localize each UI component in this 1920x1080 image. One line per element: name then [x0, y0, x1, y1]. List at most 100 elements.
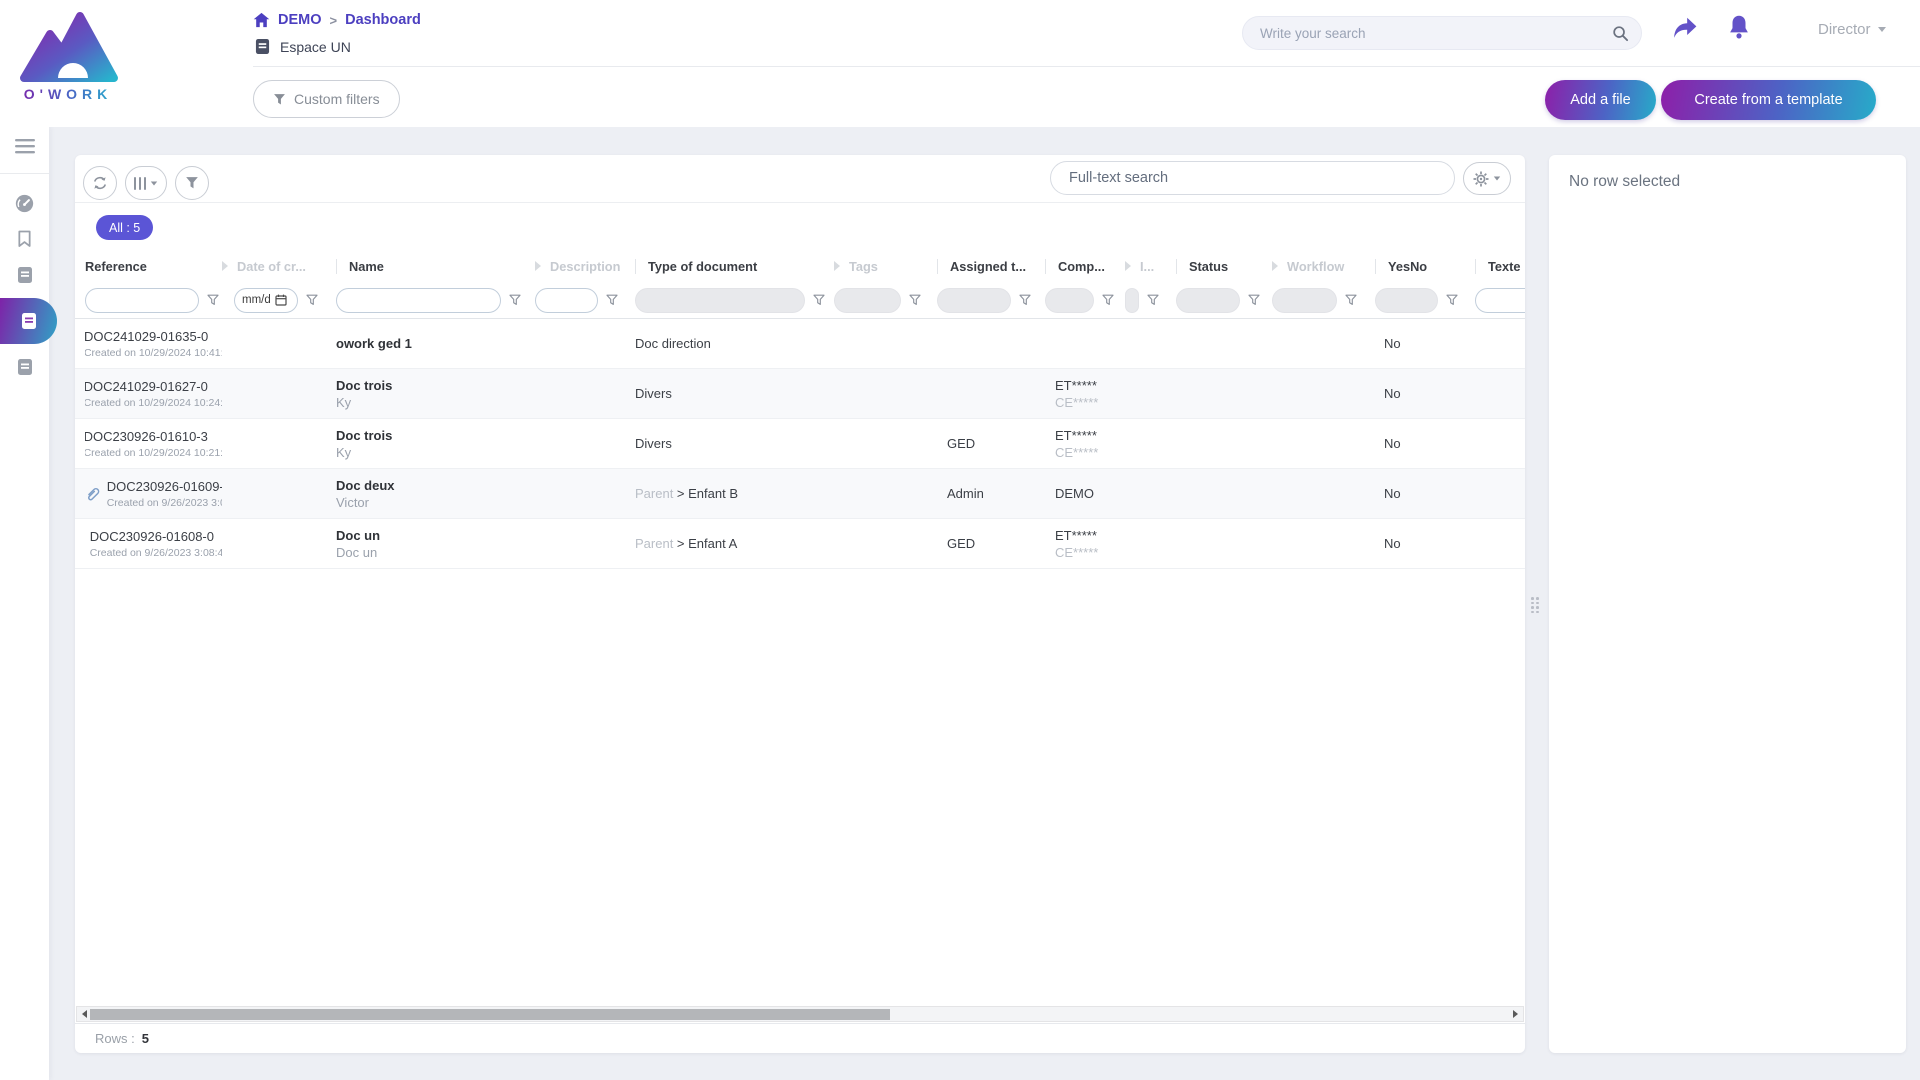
filter-input-reference[interactable]: [85, 288, 199, 313]
company-line2: CE*****: [1055, 545, 1125, 560]
filter-text-input-name[interactable]: [337, 289, 500, 312]
cell-texte: [1475, 369, 1525, 418]
funnel-icon[interactable]: [1019, 294, 1031, 306]
column-label: YesNo: [1388, 259, 1427, 274]
global-search-input[interactable]: [1243, 26, 1612, 41]
filter-text-input-reference[interactable]: [86, 289, 198, 312]
home-icon[interactable]: [253, 12, 270, 28]
filter-input-name[interactable]: [336, 288, 501, 313]
cell-date-created: [222, 469, 336, 518]
cell-date-created: [222, 519, 336, 568]
column-header-description[interactable]: Description: [535, 251, 635, 281]
create-from-template-button[interactable]: Create from a template: [1661, 80, 1876, 120]
horizontal-scrollbar[interactable]: [76, 1006, 1524, 1022]
app-logo[interactable]: O'WORK: [16, 8, 120, 104]
funnel-icon[interactable]: [1446, 294, 1458, 306]
funnel-icon[interactable]: [207, 294, 219, 306]
add-file-button[interactable]: Add a file: [1545, 80, 1656, 120]
bell-icon[interactable]: [1727, 14, 1751, 45]
user-menu[interactable]: Director: [1818, 21, 1886, 38]
funnel-icon[interactable]: [1345, 294, 1357, 306]
cell-yesno: No: [1375, 369, 1475, 418]
column-header-company[interactable]: Comp...: [1045, 251, 1125, 281]
cell-date-created: [222, 319, 336, 368]
cell-yesno: No: [1375, 319, 1475, 368]
column-header-yesno[interactable]: YesNo: [1375, 251, 1475, 281]
grid-settings-button[interactable]: [1463, 162, 1511, 195]
sidebar-item-bookmarks[interactable]: [0, 222, 49, 256]
refresh-button[interactable]: [83, 166, 117, 200]
filter-text-input-texte[interactable]: [1476, 289, 1525, 312]
column-label: I...: [1140, 259, 1154, 274]
funnel-icon[interactable]: [509, 294, 521, 306]
company-line2: CE*****: [1055, 445, 1125, 460]
funnel-icon[interactable]: [813, 294, 825, 306]
calendar-icon[interactable]: [275, 294, 287, 306]
search-icon[interactable]: [1612, 25, 1629, 42]
column-header-date-created[interactable]: Date of cr...: [222, 251, 336, 281]
funnel-icon[interactable]: [1102, 294, 1114, 306]
column-header-name[interactable]: Name: [336, 251, 535, 281]
fulltext-search-input[interactable]: [1051, 170, 1454, 186]
scroll-left-arrow-icon[interactable]: [82, 1010, 87, 1018]
filter-text-input-description[interactable]: [536, 289, 597, 312]
breadcrumb-root[interactable]: DEMO: [278, 12, 322, 28]
column-header-reference[interactable]: Reference: [85, 251, 222, 281]
sidebar-item-dashboard[interactable]: [0, 186, 49, 220]
funnel-icon[interactable]: [909, 294, 921, 306]
funnel-icon[interactable]: [1147, 294, 1159, 306]
custom-filters-button[interactable]: Custom filters: [253, 80, 400, 118]
panel-drag-handle[interactable]: [1531, 597, 1539, 613]
sidebar-item-library-1[interactable]: [0, 258, 49, 292]
cell-description: [535, 469, 635, 518]
cell-status: [1176, 369, 1272, 418]
table-row[interactable]: DOC241029-01635-0Created on 10/29/2024 1…: [75, 319, 1525, 369]
column-header-workflow[interactable]: Workflow: [1272, 251, 1375, 281]
funnel-icon[interactable]: [306, 294, 318, 306]
row-icons: w: [85, 484, 100, 504]
table-row[interactable]: wDOC230926-01609-0Created on 9/26/2023 3…: [75, 469, 1525, 519]
document-name-sub: Doc un: [336, 545, 535, 560]
column-label: Description: [550, 259, 620, 274]
cell-type: Parent > Enfant A: [635, 519, 834, 568]
sidebar-item-library-3[interactable]: [0, 350, 49, 384]
funnel-icon[interactable]: [606, 294, 618, 306]
filter-input-description[interactable]: [535, 288, 598, 313]
breadcrumb-current[interactable]: Dashboard: [345, 12, 421, 28]
created-date: Created on 10/29/2024 10:24:21 PM: [85, 397, 222, 409]
detail-panel: No row selected: [1549, 155, 1906, 1053]
type-value: Divers: [635, 386, 672, 401]
column-header-assigned[interactable]: Assigned t...: [937, 251, 1045, 281]
share-icon[interactable]: [1672, 16, 1698, 45]
user-role-label: Director: [1818, 21, 1871, 38]
document-name: Doc deux: [336, 478, 535, 493]
fulltext-search[interactable]: [1050, 161, 1455, 195]
columns-button[interactable]: [125, 166, 167, 200]
cell-reference: wDOC230926-01609-0Created on 9/26/2023 3…: [85, 469, 222, 518]
scrollbar-thumb[interactable]: [90, 1009, 890, 1020]
global-search[interactable]: [1242, 16, 1642, 50]
table-row[interactable]: DOC230926-01608-0Created on 9/26/2023 3:…: [75, 519, 1525, 569]
sidebar-item-menu-toggle[interactable]: [0, 129, 49, 163]
column-header-type[interactable]: Type of document: [635, 251, 834, 281]
date-filter-input[interactable]: mm/d: [234, 288, 298, 313]
filter-input-texte[interactable]: [1475, 288, 1525, 313]
hamburger-icon: [15, 139, 35, 154]
cell-i: [1125, 469, 1176, 518]
sidebar-item-library-2[interactable]: [0, 298, 57, 344]
scroll-right-arrow-icon[interactable]: [1513, 1010, 1518, 1018]
mountain-logo-icon: [16, 8, 120, 84]
column-separator: [1176, 259, 1177, 274]
column-header-i[interactable]: I...: [1125, 251, 1176, 281]
funnel-icon[interactable]: [1248, 294, 1260, 306]
column-header-tags[interactable]: Tags: [834, 251, 937, 281]
all-count-badge[interactable]: All : 5: [96, 215, 153, 240]
cell-type: Divers: [635, 369, 834, 418]
column-header-status[interactable]: Status: [1176, 251, 1272, 281]
column-header-texte[interactable]: Texte: [1475, 251, 1525, 281]
filter-button[interactable]: [175, 166, 209, 200]
table-row[interactable]: DOC230926-01610-3Created on 10/29/2024 1…: [75, 419, 1525, 469]
table-row[interactable]: DOC241029-01627-0Created on 10/29/2024 1…: [75, 369, 1525, 419]
filter-cell-texte: [1475, 283, 1525, 317]
cell-company: ET*****CE*****: [1045, 519, 1125, 568]
